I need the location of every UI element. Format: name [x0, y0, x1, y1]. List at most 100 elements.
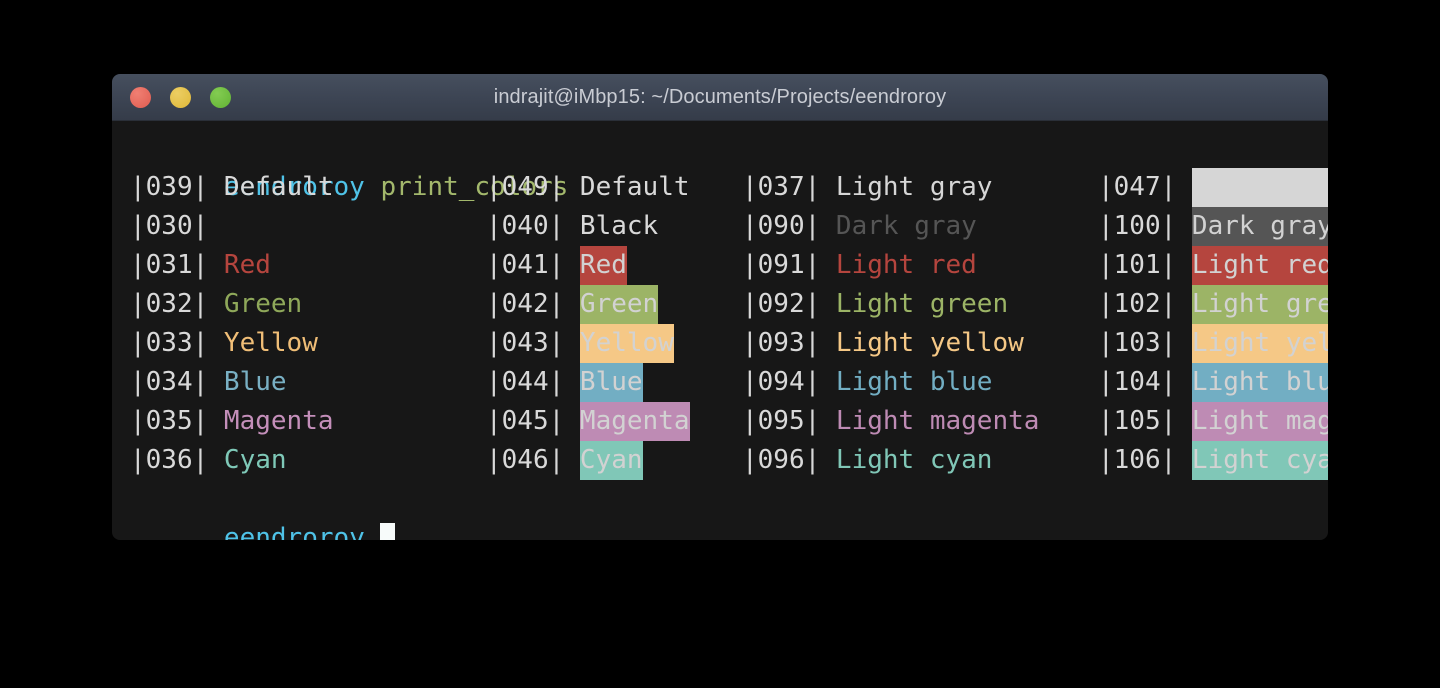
- color-label: Light blue: [1191, 363, 1328, 402]
- color-code: |104|: [1098, 367, 1192, 397]
- color-code: |042|: [486, 289, 580, 319]
- color-label: Magenta: [579, 402, 690, 441]
- color-label: Green: [223, 289, 303, 319]
- color-entry-foreground-bright: |091| Light red: [742, 246, 977, 285]
- color-entry-background-standard: |042| Green: [486, 285, 659, 324]
- color-entry-foreground-standard: |030|: [130, 207, 224, 246]
- color-entry-background-bright: |103| Light yellow: [1098, 324, 1328, 363]
- color-entry-foreground-bright: |093| Light yellow: [742, 324, 1024, 363]
- color-entry-background-standard: |049| Default: [486, 168, 690, 207]
- traffic-light-buttons: [130, 74, 231, 120]
- color-label: Dark gray: [1191, 207, 1328, 246]
- color-code: |031|: [130, 250, 224, 280]
- color-entry-background-standard: |043| Yellow: [486, 324, 674, 363]
- color-entry-foreground-standard: |032| Green: [130, 285, 302, 324]
- color-code: |049|: [486, 172, 580, 202]
- color-label: Red: [579, 246, 627, 285]
- window-title-bar[interactable]: indrajit@iMbp15: ~/Documents/Projects/ee…: [112, 74, 1328, 121]
- color-entry-foreground-standard: |031| Red: [130, 246, 271, 285]
- color-code: |035|: [130, 406, 224, 436]
- color-entry-background-standard: |040| Black: [486, 207, 659, 246]
- text-cursor: [380, 523, 396, 540]
- zoom-window-button[interactable]: [210, 86, 231, 108]
- close-window-button[interactable]: [130, 86, 151, 108]
- color-table-row: |039| Default |049| Default |037| Light gr…: [112, 168, 1328, 207]
- color-label: Light green: [835, 289, 1009, 319]
- color-label: Light gray: [1191, 168, 1328, 207]
- color-code: |094|: [742, 367, 836, 397]
- color-code: |040|: [486, 211, 580, 241]
- color-code: |033|: [130, 328, 224, 358]
- color-table: |039| Default |049| Default |037| Light gr…: [112, 168, 1328, 480]
- color-code: |041|: [486, 250, 580, 280]
- color-label: Light cyan: [835, 445, 993, 475]
- color-code: |034|: [130, 367, 224, 397]
- color-entry-background-bright: |100| Dark gray: [1098, 207, 1328, 246]
- color-entry-background-standard: |045| Magenta: [486, 402, 690, 441]
- color-entry-foreground-standard: |039| Default: [130, 168, 334, 207]
- color-label: Dark gray: [835, 211, 977, 241]
- color-label: Yellow: [579, 324, 674, 363]
- color-entry-background-standard: |041| Red: [486, 246, 627, 285]
- color-entry-foreground-bright: |096| Light cyan: [742, 441, 992, 480]
- color-code: |100|: [1098, 211, 1192, 241]
- color-label: Light magenta: [1191, 402, 1328, 441]
- color-entry-foreground-bright: |094| Light blue: [742, 363, 992, 402]
- color-label: Red: [223, 250, 271, 280]
- color-entry-foreground-bright: |095| Light magenta: [742, 402, 1039, 441]
- color-table-row: |033| Yellow |043| Yellow |093| Light yell…: [112, 324, 1328, 363]
- terminal-window: indrajit@iMbp15: ~/Documents/Projects/ee…: [112, 74, 1328, 540]
- color-label: Default: [579, 172, 690, 202]
- color-code: |044|: [486, 367, 580, 397]
- color-label: Blue: [223, 367, 287, 397]
- color-entry-foreground-standard: |036| Cyan: [130, 441, 287, 480]
- color-label: Light magenta: [835, 406, 1040, 436]
- minimize-window-button[interactable]: [170, 86, 191, 108]
- color-code: |091|: [742, 250, 836, 280]
- color-label: Light gray: [835, 172, 993, 202]
- color-entry-background-standard: |046| Cyan: [486, 441, 643, 480]
- color-label: Light red: [1191, 246, 1328, 285]
- color-entry-background-bright: |105| Light magenta: [1098, 402, 1328, 441]
- color-entry-background-bright: |106| Light cyan: [1098, 441, 1328, 480]
- color-label: Light red: [835, 250, 977, 280]
- prompt-spacer: [365, 523, 381, 540]
- color-code: |036|: [130, 445, 224, 475]
- color-label: Magenta: [223, 406, 334, 436]
- color-code: |105|: [1098, 406, 1192, 436]
- final-prompt-line: eendroroy: [112, 480, 1328, 540]
- color-label: Blue: [579, 363, 643, 402]
- shell-prompt-final: eendroroy: [223, 523, 365, 540]
- color-entry-background-bright: |104| Light blue: [1098, 363, 1328, 402]
- color-label: Light blue: [835, 367, 993, 397]
- color-table-row: |031| Red |041| Red |091| Light red |101| L…: [112, 246, 1328, 285]
- color-code: |095|: [742, 406, 836, 436]
- color-entry-foreground-standard: |034| Blue: [130, 363, 287, 402]
- color-entry-background-bright: |102| Light green: [1098, 285, 1328, 324]
- color-code: |039|: [130, 172, 224, 202]
- color-label: Cyan: [579, 441, 643, 480]
- color-code: |046|: [486, 445, 580, 475]
- color-entry-background-standard: |044| Blue: [486, 363, 643, 402]
- color-code: |093|: [742, 328, 836, 358]
- color-entry-foreground-standard: |035| Magenta: [130, 402, 334, 441]
- color-entry-foreground-bright: |037| Light gray: [742, 168, 992, 207]
- color-entry-foreground-bright: |092| Light green: [742, 285, 1008, 324]
- color-label: Light cyan: [1191, 441, 1328, 480]
- color-code: |037|: [742, 172, 836, 202]
- color-table-row: |032| Green |042| Green |092| Light green |…: [112, 285, 1328, 324]
- color-label: Yellow: [223, 328, 318, 358]
- window-title-text: indrajit@iMbp15: ~/Documents/Projects/ee…: [493, 85, 947, 108]
- color-label: Default: [223, 172, 334, 202]
- color-entry-background-bright: |047| Light gray: [1098, 168, 1328, 207]
- color-entry-foreground-standard: |033| Yellow: [130, 324, 318, 363]
- color-code: |045|: [486, 406, 580, 436]
- color-code: |103|: [1098, 328, 1192, 358]
- color-table-row: |036| Cyan |046| Cyan |096| Light cyan |106…: [112, 441, 1328, 480]
- color-code: |092|: [742, 289, 836, 319]
- color-label: Light yellow: [835, 328, 1024, 358]
- color-code: |030|: [130, 211, 224, 241]
- color-label: Light yellow: [1191, 324, 1328, 363]
- terminal-output-area[interactable]: eendroroy print_colors |039| Default |049…: [112, 121, 1328, 540]
- color-table-row: |030| |040| Black |090| Dark gray |100| Da…: [112, 207, 1328, 246]
